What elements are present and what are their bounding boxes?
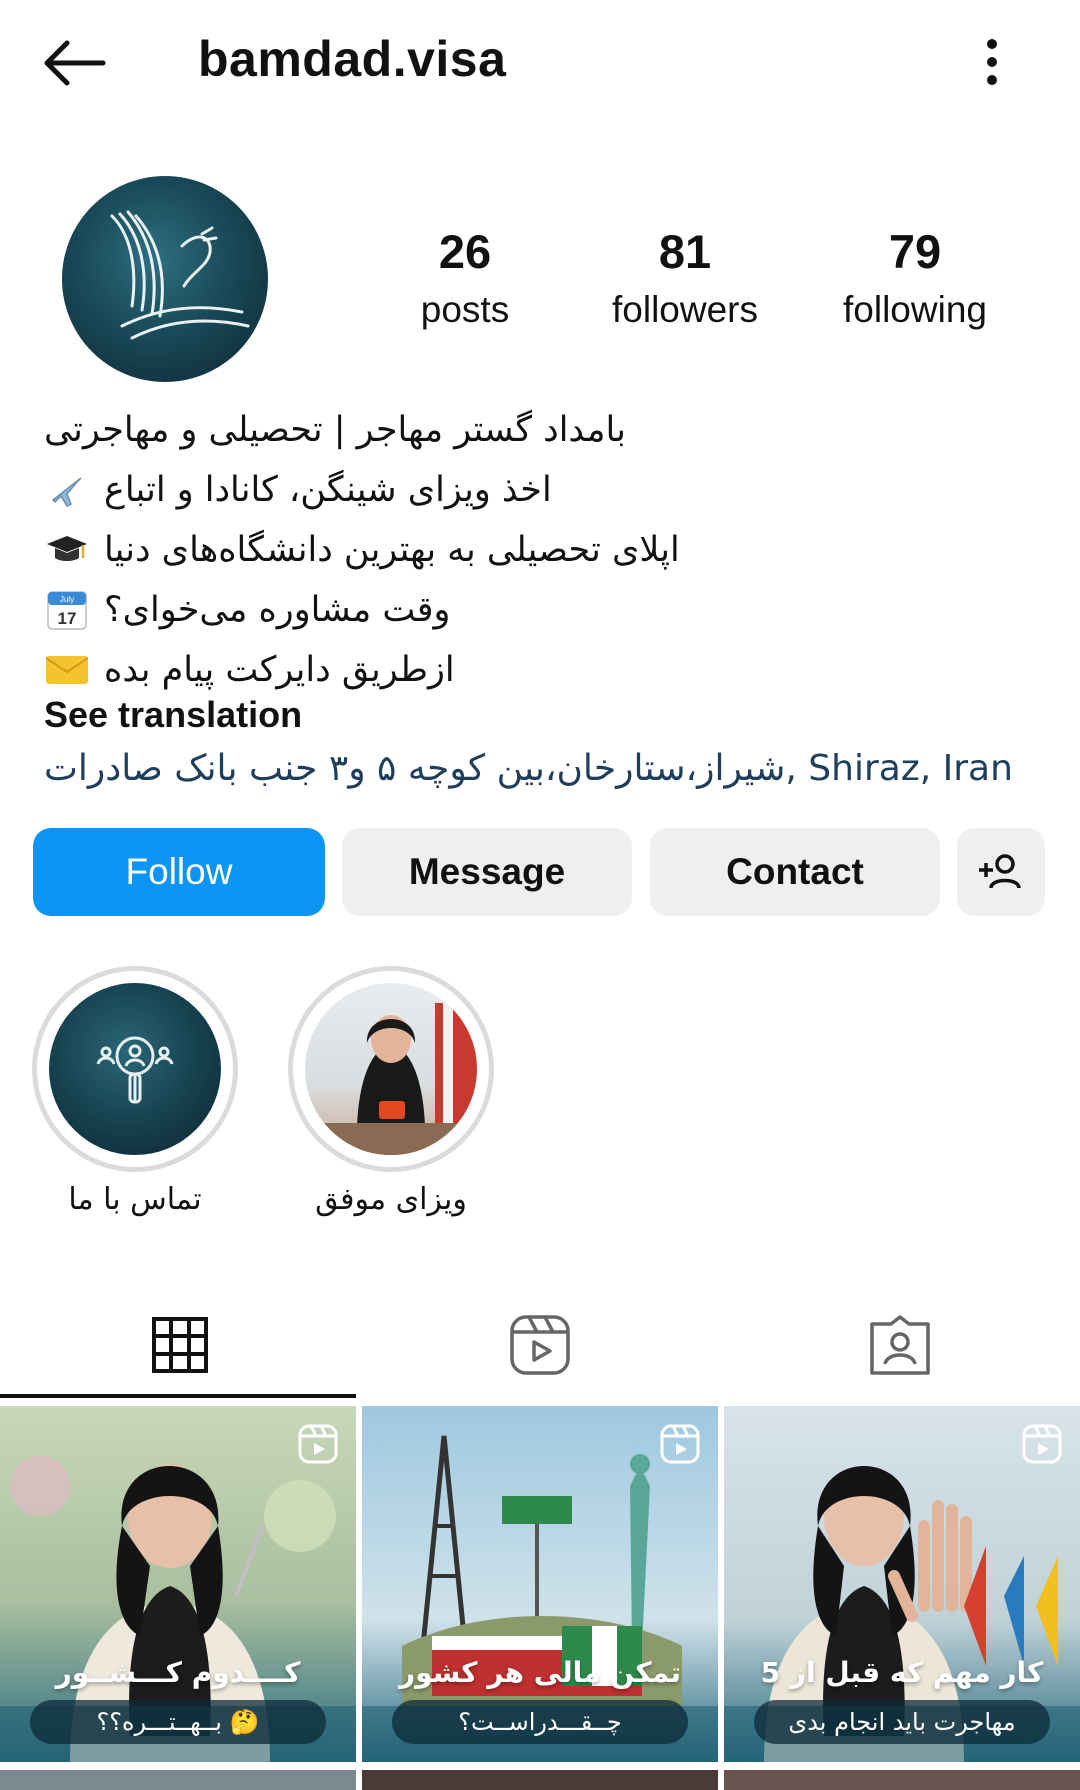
calendar-month: July <box>60 595 74 604</box>
highlight-label: تماس با ما <box>68 1182 202 1217</box>
airplane-icon <box>44 469 90 511</box>
reel-indicator-icon <box>1022 1424 1062 1464</box>
post-subtitle: چــقـــدراســت؟ <box>392 1700 688 1744</box>
post-thumbnail[interactable]: کــــدوم کـــشــور بــهــتـــره؟؟ 🤔 <box>0 1406 356 1762</box>
suggested-users-button[interactable] <box>957 828 1045 916</box>
grid-icon <box>152 1317 208 1373</box>
contact-button[interactable]: Contact <box>650 828 940 916</box>
profile-stats: 26 posts 81 followers 79 following <box>360 225 1020 335</box>
calendar-day: 17 <box>58 609 77 628</box>
profile-avatar[interactable] <box>62 176 268 382</box>
woman-photo <box>305 1003 477 1155</box>
bio-line-text: اپلای تحصیلی به بهترین دانشگاه‌های دنیا <box>104 530 680 570</box>
posts-label: posts <box>420 289 510 330</box>
post-title: 5 کار مهم که قبل از <box>760 1656 1044 1689</box>
post-title: تمکن مالی هر کشور <box>399 1656 681 1689</box>
top-bar: bamdad.visa <box>0 0 1080 120</box>
people-search-icon <box>96 1036 174 1104</box>
bio-line: ازطریق دایرکت پیام بده <box>44 640 1044 700</box>
followers-count: 81 <box>658 225 712 278</box>
bio-line: اپلای تحصیلی به بهترین دانشگاه‌های دنیا <box>44 520 1044 580</box>
following-label: following <box>843 289 987 330</box>
profile-username: bamdad.visa <box>198 31 507 87</box>
reels-icon <box>510 1315 570 1375</box>
more-options-icon[interactable] <box>960 30 1024 94</box>
bio-line: بامداد گستر مهاجر | تحصیلی و مهاجرتی <box>44 400 1044 460</box>
highlight-cover <box>49 983 221 1155</box>
reel-indicator-icon <box>660 1424 700 1464</box>
calendar-icon: July 17 <box>44 589 90 631</box>
tagged-icon <box>870 1315 930 1375</box>
bio-line-text: وقت مشاوره می‌خوای؟ <box>104 590 451 630</box>
highlight-label: ویزای موفق <box>315 1182 467 1217</box>
profile-bio: بامداد گستر مهاجر | تحصیلی و مهاجرتی اخذ… <box>44 400 1044 700</box>
active-tab-indicator <box>0 1394 356 1398</box>
post-subtitle: مهاجرت باید انجام بدی <box>754 1700 1050 1744</box>
content-tabs <box>0 1290 1080 1400</box>
posts-count: 26 <box>438 225 492 278</box>
bio-line: اخذ ویزای شینگن، کانادا و اتباع <box>44 460 1044 520</box>
reel-indicator-icon <box>298 1424 338 1464</box>
posts-stat[interactable]: 26 posts <box>360 225 570 335</box>
location-link[interactable]: شیراز،ستارخان،بین کوچه ۵ و۳ جنب بانک صاد… <box>44 748 1013 789</box>
envelope-icon <box>44 649 90 691</box>
bio-line-text: ازطریق دایرکت پیام بده <box>104 650 455 690</box>
story-highlight[interactable] <box>32 966 238 1172</box>
bio-line: July 17 وقت مشاوره می‌خوای؟ <box>44 580 1044 640</box>
post-thumbnail-partial[interactable] <box>0 1770 356 1790</box>
post-thumbnail[interactable]: 5 کار مهم که قبل از مهاجرت باید انجام بد… <box>724 1406 1080 1762</box>
back-arrow-icon[interactable] <box>40 28 110 98</box>
tab-posts-grid[interactable] <box>0 1290 360 1400</box>
post-thumbnail-partial[interactable] <box>362 1770 718 1790</box>
add-person-icon <box>979 854 1021 889</box>
graduation-cap-icon <box>44 529 90 571</box>
posts-grid: کــــدوم کـــشــور بــهــتـــره؟؟ 🤔 تمکن <box>0 1406 1080 1790</box>
post-title: کــــدوم کـــشــور <box>55 1656 301 1689</box>
post-thumbnail[interactable]: تمکن مالی هر کشور چــقـــدراســت؟ <box>362 1406 718 1762</box>
bio-line-text: اخذ ویزای شینگن، کانادا و اتباع <box>104 470 552 510</box>
message-button[interactable]: Message <box>342 828 632 916</box>
following-count: 79 <box>888 225 942 278</box>
tab-reels[interactable] <box>360 1290 720 1400</box>
follow-button[interactable]: Follow <box>33 828 325 916</box>
see-translation-link[interactable]: See translation <box>44 694 302 736</box>
story-highlight[interactable] <box>288 966 494 1172</box>
followers-label: followers <box>612 289 758 330</box>
followers-stat[interactable]: 81 followers <box>580 225 790 335</box>
post-subtitle: بــهــتـــره؟؟ 🤔 <box>30 1700 326 1744</box>
bio-line-text: بامداد گستر مهاجر | تحصیلی و مهاجرتی <box>44 410 626 450</box>
highlight-cover <box>305 983 477 1155</box>
following-stat[interactable]: 79 following <box>810 225 1020 335</box>
tab-tagged[interactable] <box>720 1290 1080 1400</box>
post-thumbnail-partial[interactable] <box>724 1770 1080 1790</box>
